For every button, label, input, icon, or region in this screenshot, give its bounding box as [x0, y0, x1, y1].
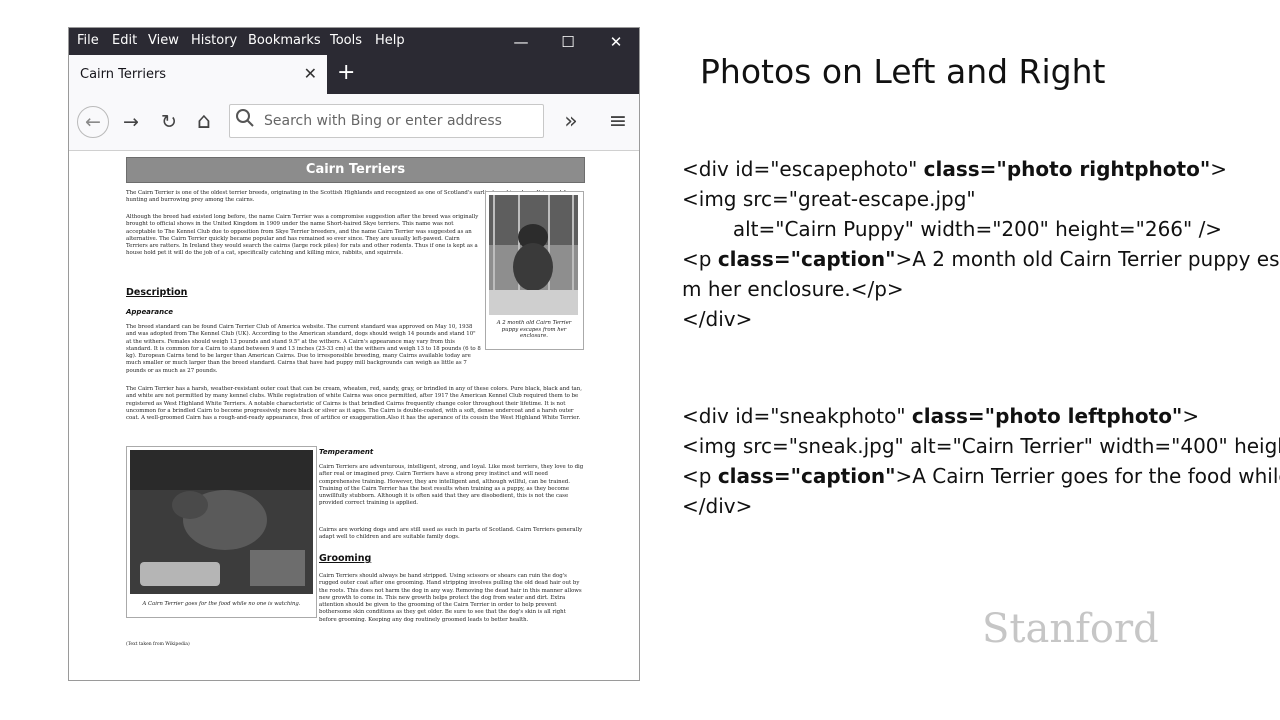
- address-bar[interactable]: Search with Bing or enter address: [229, 104, 544, 138]
- window-close-icon[interactable]: ✕: [601, 30, 631, 54]
- back-button[interactable]: ←: [77, 106, 109, 138]
- temperament-paragraph-1: Cairn Terriers are adventurous, intellig…: [319, 464, 584, 507]
- menu-file[interactable]: File: [77, 33, 99, 48]
- code-line: alt="Cairn Puppy" width="200" height="26…: [682, 217, 1223, 241]
- menu-history[interactable]: History: [191, 33, 237, 48]
- code-line: <img src="sneak.jpg" alt="Cairn Terrier"…: [682, 434, 1280, 458]
- code-line: <div id="sneakphoto" class="photo leftph…: [682, 404, 1200, 428]
- code-line: <p class="caption">A 2 month old Cairn T…: [682, 247, 1280, 271]
- navigation-toolbar: ← → ↻ ⌂ Search with Bing or enter addres…: [69, 94, 639, 151]
- reload-button[interactable]: ↻: [155, 108, 183, 136]
- menu-bar: File Edit View History Bookmarks Tools H…: [69, 28, 639, 55]
- code-line: <div id="escapephoto" class="photo right…: [682, 157, 1228, 181]
- tab-bar: Cairn Terriers ✕ +: [69, 55, 639, 94]
- temperament-heading: Temperament: [319, 448, 374, 456]
- menu-tools[interactable]: Tools: [330, 33, 362, 48]
- grooming-heading: Grooming: [319, 553, 372, 564]
- appearance-paragraph-2: The Cairn Terrier has a harsh, weather-r…: [126, 386, 582, 422]
- hamburger-menu-button[interactable]: ≡: [604, 108, 632, 136]
- appearance-heading: Appearance: [126, 308, 173, 316]
- tab-title: Cairn Terriers: [80, 67, 167, 82]
- code-line: m her enclosure.</p>: [682, 277, 904, 301]
- tab-cairn-terriers[interactable]: Cairn Terriers ✕: [69, 55, 327, 94]
- minimize-icon[interactable]: —: [506, 30, 536, 54]
- code-line: </div>: [682, 307, 753, 331]
- menu-help[interactable]: Help: [375, 33, 405, 48]
- menu-bookmarks[interactable]: Bookmarks: [248, 33, 321, 48]
- browser-window: File Edit View History Bookmarks Tools H…: [68, 27, 640, 681]
- home-button[interactable]: ⌂: [190, 108, 218, 136]
- escape-photo-box: A 2 month old Cairn Terrier puppy escape…: [485, 191, 584, 350]
- overflow-menu-button[interactable]: »: [557, 108, 585, 136]
- forward-button[interactable]: →: [117, 108, 145, 136]
- sneak-caption: A Cairn Terrier goes for the food while …: [142, 601, 301, 607]
- slide-title: Photos on Left and Right: [700, 52, 1106, 91]
- page-heading: Cairn Terriers: [126, 157, 585, 183]
- history-paragraph: Although the breed had existed long befo…: [126, 214, 479, 257]
- description-heading: Description: [126, 287, 188, 298]
- code-line: <p class="caption">A Cairn Terrier goes …: [682, 464, 1280, 488]
- webpage-content: Cairn Terriers The Cairn Terrier is one …: [69, 151, 639, 680]
- address-placeholder: Search with Bing or enter address: [264, 113, 502, 129]
- puppy-caption: A 2 month old Cairn Terrier puppy escape…: [496, 320, 572, 339]
- code-line: <img src="great-escape.jpg": [682, 187, 976, 211]
- appearance-paragraph-1: The breed standard can be found Cairn Te…: [126, 324, 481, 374]
- code-line: </div>: [682, 494, 753, 518]
- maximize-icon[interactable]: ☐: [553, 30, 583, 54]
- cairn-terrier-photo: [130, 450, 313, 594]
- menu-edit[interactable]: Edit: [112, 33, 137, 48]
- sneak-photo-box: A Cairn Terrier goes for the food while …: [126, 446, 317, 618]
- grooming-paragraph: Cairn Terriers should always be hand str…: [319, 573, 582, 623]
- temperament-paragraph-2: Cairns are working dogs and are still us…: [319, 527, 583, 541]
- new-tab-button[interactable]: +: [337, 60, 355, 85]
- menu-view[interactable]: View: [148, 33, 179, 48]
- close-tab-icon[interactable]: ✕: [304, 64, 317, 83]
- stanford-logo: Stanford: [982, 606, 1159, 652]
- footnote: (Text taken from Wikipedia): [126, 642, 190, 647]
- cairn-puppy-photo: [489, 195, 578, 315]
- search-icon: [235, 108, 255, 133]
